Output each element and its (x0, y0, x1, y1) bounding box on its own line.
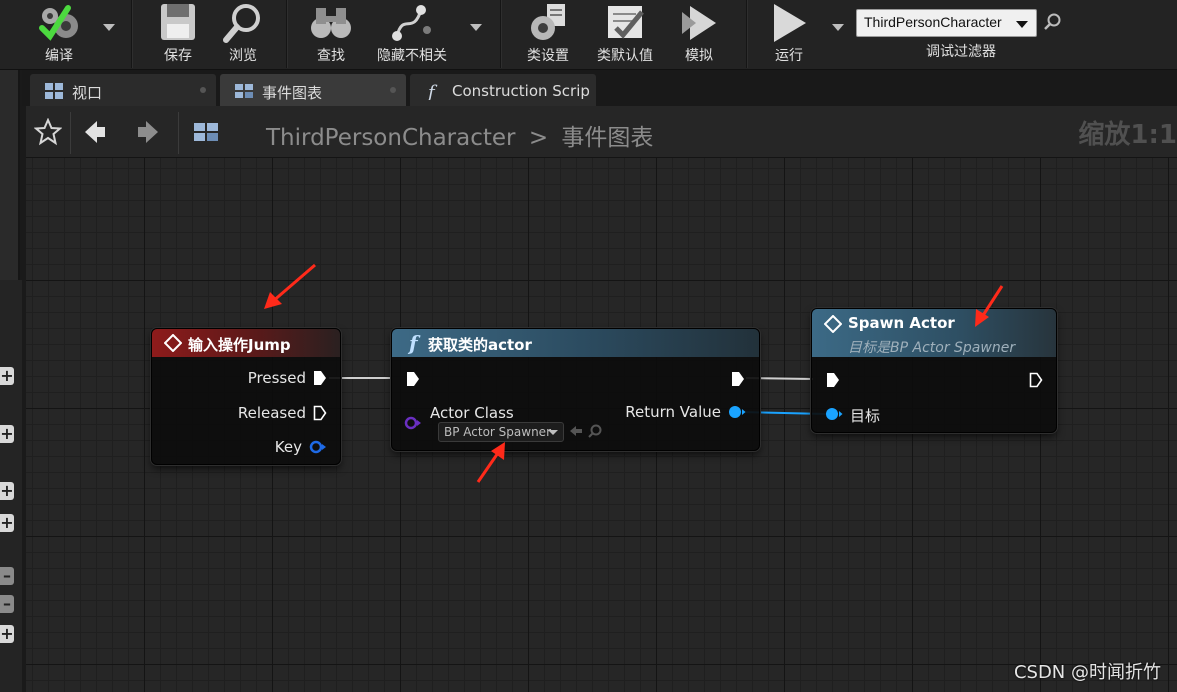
node-header: 输入操作Jump (152, 329, 340, 357)
event-diamond-icon (824, 315, 842, 333)
object-pin-icon[interactable] (825, 407, 843, 421)
use-selected-arrow-icon[interactable] (568, 423, 584, 439)
node-title: 输入操作Jump (188, 336, 291, 354)
spawn-actor-node[interactable]: Spawn Actor 目标是BP Actor Spawner 目标 (811, 308, 1057, 433)
exec-pin-icon[interactable] (731, 371, 745, 387)
event-diamond-icon (164, 334, 182, 352)
exec-pin-icon[interactable] (406, 371, 420, 387)
watermark: CSDN @时闻折竹 (1013, 662, 1161, 683)
struct-pin-icon[interactable] (309, 440, 327, 454)
pin-label-return-value: Return Value (625, 403, 721, 421)
svg-text:f: f (407, 332, 421, 354)
exec-pin-icon[interactable] (313, 405, 327, 421)
annotation-arrow (264, 263, 316, 309)
node-title: 获取类的actor (428, 336, 532, 354)
actor-class-dropdown[interactable]: BP Actor Spawner (438, 422, 564, 442)
pin-label-key: Key (274, 438, 302, 456)
node-header: Spawn Actor 目标是BP Actor Spawner (812, 309, 1056, 357)
annotation-arrow (476, 442, 505, 483)
node-title: Spawn Actor (848, 314, 955, 332)
pin-label-actor-class: Actor Class (430, 404, 514, 422)
pin-label-target: 目标 (850, 407, 881, 425)
exec-pin-icon[interactable] (313, 370, 327, 386)
pin-label-released: Released (237, 404, 306, 422)
actor-class-value: BP Actor Spawner (444, 425, 551, 439)
class-pin-icon[interactable] (404, 416, 422, 430)
object-pin-icon[interactable] (728, 405, 746, 419)
chevron-down-icon (548, 430, 558, 435)
get-actor-of-class-node[interactable]: f 获取类的actor Actor Class BP Actor Spawner… (391, 328, 760, 451)
node-subtitle: 目标是BP Actor Spawner (848, 340, 1016, 356)
pin-label-pressed: Pressed (247, 369, 306, 387)
input-action-jump-node[interactable]: 输入操作Jump Pressed Released Key (151, 328, 341, 465)
browse-search-icon[interactable] (587, 423, 603, 439)
function-icon: f (407, 332, 421, 354)
annotation-arrow (975, 285, 1004, 327)
node-header: f 获取类的actor (392, 329, 759, 357)
exec-pin-icon[interactable] (1029, 372, 1043, 388)
exec-pin-icon[interactable] (826, 372, 840, 388)
